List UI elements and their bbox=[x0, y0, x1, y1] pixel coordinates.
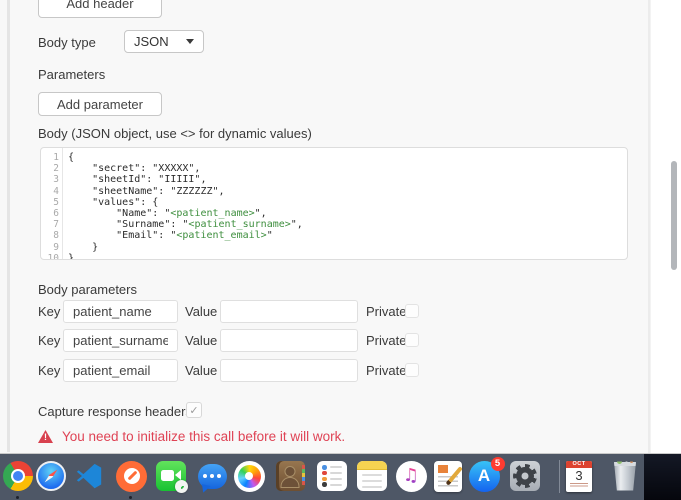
value-label: Value bbox=[185, 333, 218, 348]
code-line: "values": { bbox=[68, 196, 159, 208]
reminders-list-icon bbox=[317, 461, 347, 491]
dock-icon-vscode[interactable] bbox=[72, 459, 106, 493]
code-line: "Surname": "<patient_surname>", bbox=[68, 219, 303, 231]
dock-icon-calendar-stack[interactable]: OCT 3 bbox=[562, 459, 596, 493]
dock-icon-messages[interactable] bbox=[195, 459, 229, 493]
private-checkbox[interactable] bbox=[405, 363, 419, 377]
editor-line-numbers: 1 2 3 4 5 6 7 8 9 10 bbox=[41, 148, 63, 259]
key-input-patient-name[interactable] bbox=[63, 300, 178, 323]
vscode-icon bbox=[74, 461, 104, 491]
notification-badge: 5 bbox=[490, 456, 505, 471]
warning-message: ! You need to initialize this call befor… bbox=[38, 429, 345, 444]
body-parameter-row: Key Value Private bbox=[0, 329, 681, 352]
contacts-book-icon bbox=[275, 461, 305, 491]
body-parameter-row: Key Value Private bbox=[0, 359, 681, 382]
screenshot-root: Add header Body type JSON Parameters Add… bbox=[0, 0, 681, 500]
calendar-day: 3 bbox=[575, 467, 583, 483]
key-input-patient-email[interactable] bbox=[63, 359, 178, 382]
value-input[interactable] bbox=[220, 329, 358, 352]
code-line: "Email": "<patient_email>" bbox=[68, 230, 273, 242]
key-label: Key bbox=[38, 363, 61, 378]
calendar-fine-print bbox=[570, 482, 588, 488]
private-label: Private bbox=[366, 304, 407, 319]
calendar-month: OCT bbox=[566, 460, 592, 468]
body-parameters-label: Body parameters bbox=[38, 282, 137, 297]
key-label: Key bbox=[38, 333, 61, 348]
dropdown-arrow-icon bbox=[186, 39, 194, 44]
dock-icon-safari[interactable] bbox=[34, 459, 68, 493]
system-preferences-icon bbox=[510, 461, 540, 491]
messages-icon bbox=[197, 463, 227, 489]
body-editor-label: Body (JSON object, use <> for dynamic va… bbox=[38, 126, 312, 141]
dock: ♫ A 5 OCT 3 bbox=[0, 453, 681, 500]
gear-icon bbox=[513, 464, 537, 488]
code-line: "Name": "<patient_name>", bbox=[68, 207, 267, 219]
json-body-editor[interactable]: 1 2 3 4 5 6 7 8 9 10 { "secret": "XXXXX"… bbox=[40, 147, 628, 260]
dock-icon-chrome[interactable] bbox=[1, 459, 35, 493]
body-type-selected-value: JSON bbox=[134, 34, 169, 49]
code-line: "secret": "XXXXX", bbox=[68, 163, 201, 175]
body-parameter-row: Key Value Private bbox=[0, 300, 681, 323]
app-store-glyph: A bbox=[477, 466, 491, 485]
safari-icon bbox=[36, 461, 66, 491]
typing-dots-icon bbox=[203, 474, 207, 478]
code-line: } bbox=[68, 252, 75, 260]
capture-response-headers-checkbox[interactable]: ✓ bbox=[186, 402, 202, 418]
add-parameter-button[interactable]: Add parameter bbox=[38, 92, 162, 116]
chrome-icon bbox=[3, 461, 33, 491]
code-line: } bbox=[68, 241, 99, 253]
body-type-select[interactable]: JSON bbox=[124, 30, 204, 53]
dock-icon-itunes[interactable]: ♫ bbox=[394, 459, 428, 493]
pages-document-icon bbox=[434, 460, 462, 492]
left-rule bbox=[7, 0, 10, 452]
postman-icon bbox=[115, 460, 147, 492]
running-indicator-postman bbox=[129, 496, 132, 499]
dock-icon-trash[interactable] bbox=[608, 459, 642, 493]
phone-handset-icon bbox=[175, 480, 188, 493]
dock-icon-pages[interactable] bbox=[431, 459, 465, 493]
checkmark-icon: ✓ bbox=[189, 404, 199, 417]
key-input-patient-surname[interactable] bbox=[63, 329, 178, 352]
private-checkbox[interactable] bbox=[405, 304, 419, 318]
desktop-corner bbox=[644, 454, 681, 500]
code-line: { bbox=[68, 152, 75, 163]
itunes-note-icon: ♫ bbox=[395, 460, 427, 492]
value-input[interactable] bbox=[220, 359, 358, 382]
value-label: Value bbox=[185, 304, 218, 319]
dock-icon-photos[interactable] bbox=[232, 459, 266, 493]
dock-icon-reminders[interactable] bbox=[315, 459, 349, 493]
private-label: Private bbox=[366, 333, 407, 348]
calendar-date-icon: OCT 3 bbox=[566, 460, 592, 492]
dock-icon-system-preferences[interactable] bbox=[508, 459, 542, 493]
capture-response-headers-label: Capture response headers bbox=[38, 404, 192, 419]
warning-text: You need to initialize this call before … bbox=[62, 429, 346, 444]
dock-icon-notes[interactable] bbox=[355, 459, 389, 493]
code-line: "sheetName": "ZZZZZZ", bbox=[68, 185, 225, 197]
app-store-icon: A 5 bbox=[468, 456, 505, 492]
dock-icon-postman[interactable] bbox=[114, 459, 148, 493]
dock-icon-app-store[interactable]: A 5 bbox=[467, 456, 505, 493]
code-line: "sheetId": "IIIII", bbox=[68, 174, 207, 186]
book-tabs-icon bbox=[301, 465, 305, 485]
photos-flower-icon bbox=[233, 460, 265, 492]
private-checkbox[interactable] bbox=[405, 333, 419, 347]
body-type-label: Body type bbox=[38, 35, 96, 50]
value-input[interactable] bbox=[220, 300, 358, 323]
document-image-icon bbox=[438, 464, 448, 473]
facetime-icon bbox=[156, 461, 188, 493]
running-indicator-chrome bbox=[16, 496, 19, 499]
dock-divider bbox=[559, 460, 560, 493]
parameters-label: Parameters bbox=[38, 67, 106, 82]
private-label: Private bbox=[366, 363, 407, 378]
dock-icon-facetime[interactable] bbox=[154, 459, 188, 493]
trash-icon bbox=[613, 461, 637, 491]
value-label: Value bbox=[185, 363, 218, 378]
add-header-button[interactable]: Add header bbox=[38, 0, 162, 18]
notes-icon bbox=[357, 461, 387, 491]
editor-code: { "secret": "XXXXX", "sheetId": "IIIII",… bbox=[63, 148, 303, 259]
warning-icon: ! bbox=[38, 430, 53, 443]
scrollbar-thumb[interactable] bbox=[671, 161, 677, 270]
dock-icon-contacts[interactable] bbox=[273, 459, 307, 493]
key-label: Key bbox=[38, 304, 61, 319]
